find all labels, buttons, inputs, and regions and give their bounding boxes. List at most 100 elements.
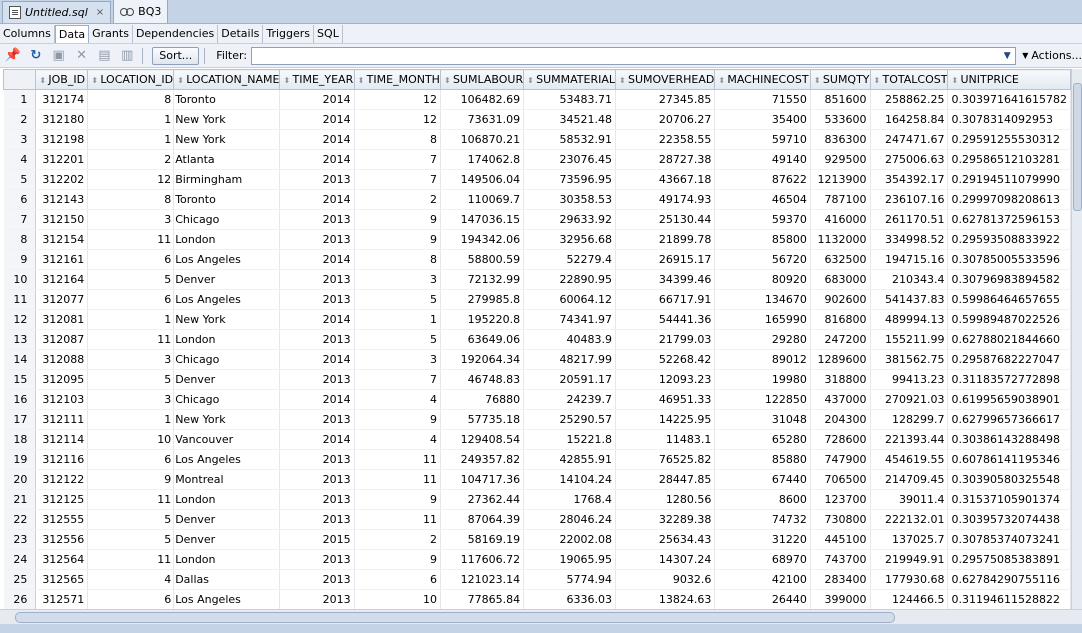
table-row[interactable]: 21 312125 11 London 2013 9 27362.44 1768.4 1280.… [3, 489, 1071, 510]
horizontal-scroll-thumb[interactable] [15, 612, 895, 623]
table-cell[interactable]: 20706.27 [615, 109, 716, 130]
table-cell[interactable]: 11 [354, 469, 441, 490]
table-cell[interactable]: 8 [354, 249, 441, 270]
table-cell[interactable]: 73596.95 [523, 169, 616, 190]
column-header[interactable]: ⬍ JOB_ID [35, 69, 89, 90]
table-cell[interactable]: Chicago [173, 209, 281, 230]
table-cell[interactable]: 76525.82 [615, 449, 716, 470]
table-cell[interactable]: 2013 [279, 549, 355, 570]
table-cell[interactable]: 19065.95 [523, 549, 616, 570]
table-cell[interactable]: 30358.53 [523, 189, 616, 210]
table-cell[interactable]: 399000 [810, 589, 871, 609]
table-cell[interactable]: 99413.23 [870, 369, 949, 390]
table-cell[interactable]: 0.30386143288498 [947, 429, 1071, 450]
tab-triggers[interactable]: Triggers [263, 24, 315, 43]
table-cell[interactable]: 28727.38 [615, 149, 716, 170]
table-cell[interactable]: 312111 [35, 409, 89, 430]
table-cell[interactable]: 22358.55 [615, 129, 716, 150]
table-cell[interactable]: 0.30785005533596 [947, 249, 1071, 270]
table-cell[interactable]: 128299.7 [870, 409, 949, 430]
table-cell[interactable]: 0.62781372596153 [947, 209, 1071, 230]
table-cell[interactable]: Birmingham [173, 169, 281, 190]
table-row[interactable]: 5 312202 12 Birmingham 2013 7 149506.04 73596.9… [3, 169, 1071, 190]
table-cell[interactable]: 137025.7 [870, 529, 949, 550]
table-cell[interactable]: 32289.38 [615, 509, 716, 530]
table-cell[interactable]: 85880 [714, 449, 811, 470]
table-cell[interactable]: 6 [87, 289, 175, 310]
table-cell[interactable]: 11483.1 [615, 429, 716, 450]
table-cell[interactable]: 743700 [810, 549, 871, 570]
table-cell[interactable]: 57735.18 [440, 409, 525, 430]
table-cell[interactable]: 312114 [35, 429, 89, 450]
table-cell[interactable]: 194342.06 [440, 229, 525, 250]
table-cell[interactable]: 164258.84 [870, 109, 949, 130]
column-header[interactable]: ⬍ SUMOVERHEAD [614, 69, 716, 90]
table-cell[interactable]: 221393.44 [870, 429, 949, 450]
table-cell[interactable]: Denver [173, 509, 281, 530]
table-cell[interactable]: 247471.67 [870, 129, 949, 150]
tab-details[interactable]: Details [218, 24, 264, 43]
table-cell[interactable]: 6 [354, 569, 441, 590]
table-cell[interactable]: 124466.5 [870, 589, 949, 609]
table-cell[interactable]: 0.61995659038901 [947, 389, 1071, 410]
delete-row-icon[interactable]: ✕ [72, 46, 92, 66]
table-cell[interactable]: 851600 [810, 89, 871, 110]
column-header[interactable]: ⬍ SUMQTY [809, 69, 871, 90]
column-header[interactable]: ⬍ SUMMATERIAL [523, 69, 616, 90]
table-cell[interactable]: 2013 [279, 489, 355, 510]
table-cell[interactable]: 2 [354, 189, 441, 210]
table-cell[interactable]: 122850 [714, 389, 811, 410]
table-cell[interactable]: 3 [87, 349, 175, 370]
table-cell[interactable]: 2014 [279, 129, 355, 150]
table-cell[interactable]: 1 [87, 409, 175, 430]
table-cell[interactable]: 3 [87, 389, 175, 410]
table-cell[interactable]: 0.29586512103281 [947, 149, 1071, 170]
table-row[interactable]: 12 312081 1 New York 2014 1 195220.8 74341.97 54… [3, 309, 1071, 330]
table-cell[interactable]: 489994.13 [870, 309, 949, 330]
table-cell[interactable]: 0.30796983894582 [947, 269, 1071, 290]
commit-icon[interactable]: ▤ [95, 46, 115, 66]
table-cell[interactable]: 2013 [279, 329, 355, 350]
table-cell[interactable]: 1 [87, 309, 175, 330]
table-row[interactable]: 15 312095 5 Denver 2013 7 46748.83 20591.17 1209… [3, 369, 1071, 390]
table-row[interactable]: 19 312116 6 Los Angeles 2013 11 249357.82 42855… [3, 449, 1071, 470]
table-cell[interactable]: 236107.16 [870, 189, 949, 210]
table-cell[interactable]: 9 [87, 469, 175, 490]
table-cell[interactable]: 2013 [279, 449, 355, 470]
table-cell[interactable]: 9 [354, 489, 441, 510]
table-cell[interactable]: 728600 [810, 429, 871, 450]
table-cell[interactable]: 3 [354, 349, 441, 370]
table-cell[interactable]: 0.29997098208613 [947, 189, 1071, 210]
table-cell[interactable]: 66717.91 [615, 289, 716, 310]
table-cell[interactable]: 25290.57 [523, 409, 616, 430]
table-cell[interactable]: 2013 [279, 169, 355, 190]
tab-grants[interactable]: Grants [89, 24, 133, 43]
table-cell[interactable]: 437000 [810, 389, 871, 410]
table-cell[interactable]: 48217.99 [523, 349, 616, 370]
table-cell[interactable]: 5 [354, 329, 441, 350]
table-cell[interactable]: 312564 [35, 549, 89, 570]
table-cell[interactable]: 65280 [714, 429, 811, 450]
table-cell[interactable]: 85800 [714, 229, 811, 250]
table-cell[interactable]: 416000 [810, 209, 871, 230]
table-cell[interactable]: 2014 [279, 109, 355, 130]
table-cell[interactable]: 39011.4 [870, 489, 949, 510]
table-cell[interactable]: 204300 [810, 409, 871, 430]
table-cell[interactable]: 318800 [810, 369, 871, 390]
table-cell[interactable]: 312565 [35, 569, 89, 590]
column-header[interactable]: ⬍ UNITPRICE [947, 69, 1071, 90]
table-cell[interactable]: London [173, 549, 281, 570]
table-cell[interactable]: 706500 [810, 469, 871, 490]
table-cell[interactable]: 275006.63 [870, 149, 949, 170]
table-cell[interactable]: 0.3078314092953 [947, 109, 1071, 130]
table-cell[interactable]: 249357.82 [440, 449, 525, 470]
table-cell[interactable]: New York [173, 129, 281, 150]
table-cell[interactable]: 312088 [35, 349, 89, 370]
table-cell[interactable]: 27362.44 [440, 489, 525, 510]
table-cell[interactable]: New York [173, 409, 281, 430]
table-row[interactable]: 10 312164 5 Denver 2013 3 72132.99 22890.95 3439… [3, 269, 1071, 290]
table-cell[interactable]: 14225.95 [615, 409, 716, 430]
table-cell[interactable]: 0.303971641615782 [947, 89, 1071, 110]
doc-tab-bq3[interactable]: BQ3 [113, 0, 169, 23]
table-cell[interactable]: 312077 [35, 289, 89, 310]
